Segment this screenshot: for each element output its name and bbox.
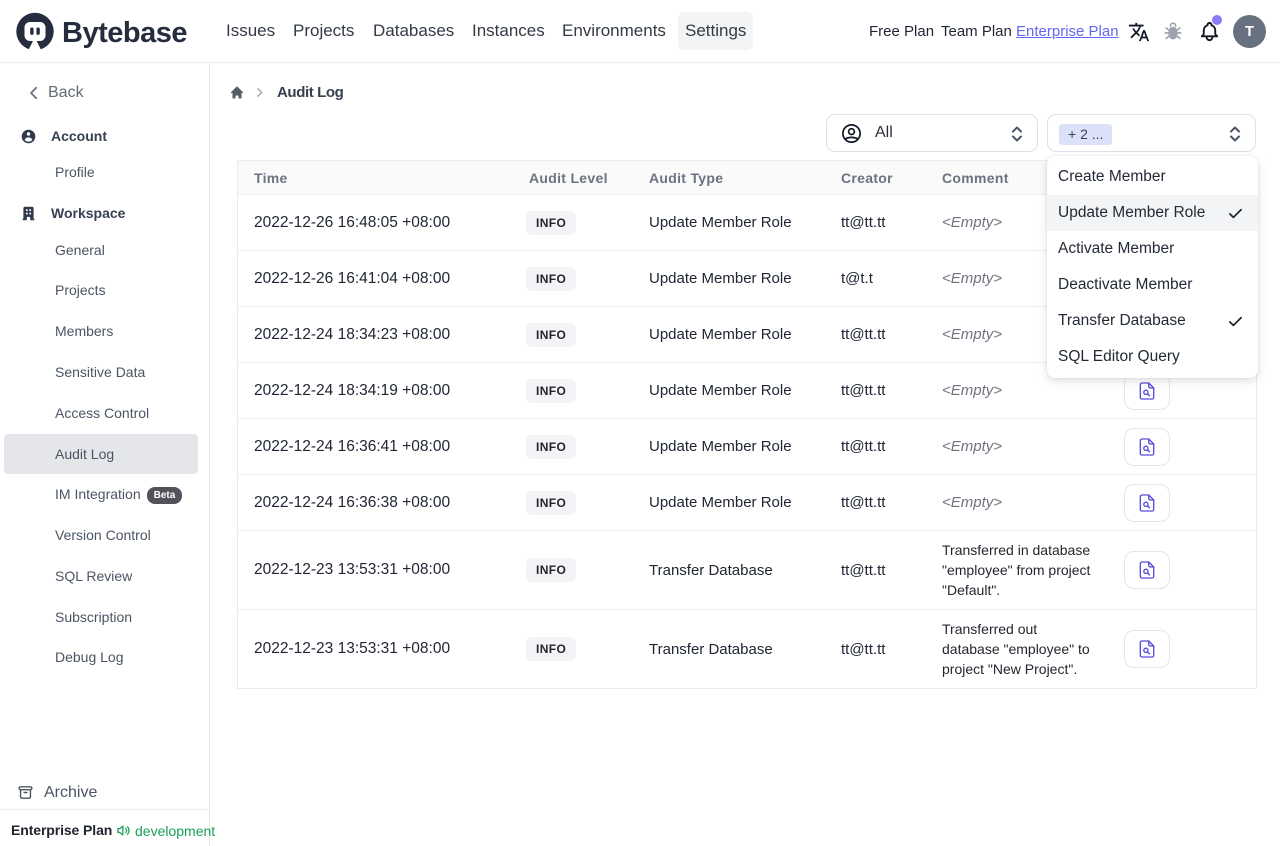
svg-text:Bytebase: Bytebase	[62, 17, 187, 49]
